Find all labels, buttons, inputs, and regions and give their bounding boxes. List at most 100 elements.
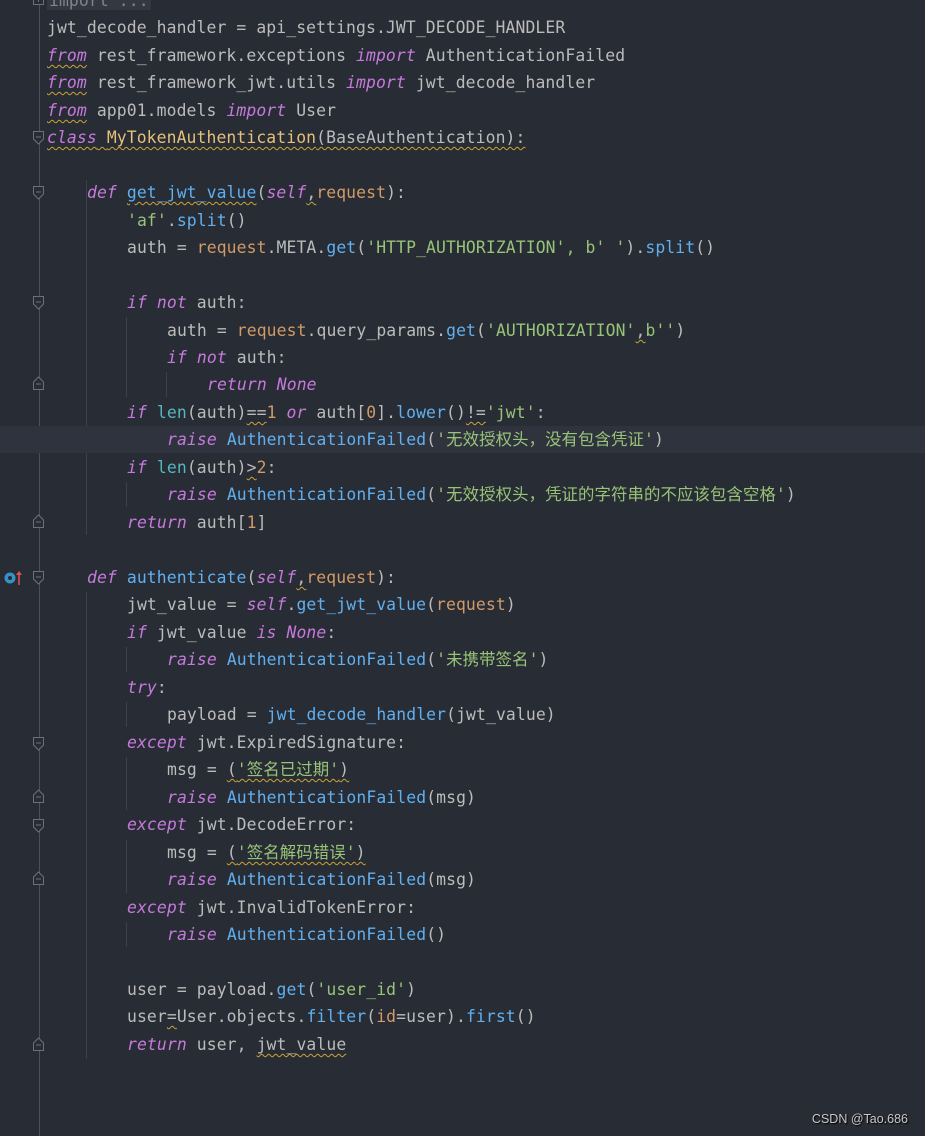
keyword-return: return bbox=[127, 513, 187, 532]
code-line[interactable]: user=User.objects.filter(id=user).first(… bbox=[0, 1003, 925, 1030]
colon: : bbox=[326, 623, 337, 642]
code-line[interactable]: auth = request.query_params.get('AUTHORI… bbox=[0, 317, 925, 344]
keyword-except: except bbox=[127, 898, 187, 917]
code-line[interactable]: payload = jwt_decode_handler(jwt_value) bbox=[0, 701, 925, 728]
method-call: lower bbox=[396, 403, 446, 422]
code-line[interactable]: raise AuthenticationFailed(msg) bbox=[0, 784, 925, 811]
code-line[interactable]: if len(auth)>2: bbox=[0, 454, 925, 481]
paren: ): bbox=[376, 568, 397, 587]
keyword-import: import bbox=[346, 73, 406, 92]
builtin-len: len bbox=[156, 403, 187, 422]
code-text: .query_params. bbox=[306, 321, 447, 340]
paren: ( bbox=[476, 321, 486, 340]
code-line-import[interactable]: import ... bbox=[0, 0, 925, 14]
paren: ) bbox=[339, 760, 350, 779]
number-literal: 0 bbox=[366, 403, 377, 422]
code-line[interactable]: raise AuthenticationFailed('未携带签名') bbox=[0, 646, 925, 673]
keyword-class: class bbox=[47, 128, 97, 147]
code-line[interactable]: if not auth: bbox=[0, 344, 925, 371]
code-line[interactable]: return auth[1] bbox=[0, 509, 925, 536]
dot: . bbox=[286, 595, 297, 614]
string-literal: 'jwt' bbox=[485, 403, 536, 422]
code-line[interactable]: if not auth: bbox=[0, 289, 925, 316]
self-param: self bbox=[266, 183, 307, 202]
exception-class: AuthenticationFailed bbox=[226, 870, 427, 889]
code-line[interactable]: jwt_decode_handler = api_settings.JWT_DE… bbox=[0, 14, 925, 41]
keyword-except: except bbox=[127, 733, 187, 752]
code-line-class-def[interactable]: class MyTokenAuthentication(BaseAuthenti… bbox=[0, 124, 925, 151]
code-line[interactable]: user = payload.get('user_id') bbox=[0, 976, 925, 1003]
method-call: split bbox=[176, 211, 227, 230]
keyword-is: is bbox=[256, 623, 277, 642]
code-text: jwt_value = bbox=[127, 595, 247, 614]
keyword-def: def bbox=[87, 183, 117, 202]
function-name: get_jwt_value bbox=[126, 183, 257, 202]
code-line[interactable]: return None bbox=[0, 371, 925, 398]
code-line[interactable]: if jwt_value is None: bbox=[0, 619, 925, 646]
code-line[interactable]: jwt_value = self.get_jwt_value(request) bbox=[0, 591, 925, 618]
comma: , bbox=[306, 183, 317, 202]
code-line[interactable]: from rest_framework_jwt.utils import jwt… bbox=[0, 69, 925, 96]
keyword-or: or bbox=[286, 403, 307, 422]
code-line[interactable]: except jwt.DecodeError: bbox=[0, 811, 925, 838]
keyword-raise: raise bbox=[167, 430, 217, 449]
exception-class: AuthenticationFailed bbox=[226, 485, 427, 504]
keyword-none: None bbox=[286, 623, 327, 642]
number-literal: 1 bbox=[266, 403, 277, 422]
paren: ( bbox=[226, 760, 237, 779]
code-line-def[interactable]: def authenticate(self,request): bbox=[0, 564, 925, 591]
code-text: (auth) bbox=[186, 403, 247, 422]
code-line[interactable]: msg = ('签名解码错误') bbox=[0, 839, 925, 866]
paren: ( bbox=[366, 1007, 377, 1026]
string-literal: '签名解码错误' bbox=[236, 843, 356, 862]
paren: ( bbox=[426, 430, 437, 449]
paren: ( bbox=[226, 843, 237, 862]
keyword-raise: raise bbox=[167, 788, 217, 807]
parens: () bbox=[515, 1007, 536, 1026]
code-text: auth = bbox=[127, 238, 197, 257]
code-line[interactable]: return user, jwt_value bbox=[0, 1031, 925, 1058]
parens: () bbox=[226, 211, 247, 230]
string-literal: b'' bbox=[645, 321, 676, 340]
code-line[interactable]: auth = request.META.get('HTTP_AUTHORIZAT… bbox=[0, 234, 925, 261]
folded-imports[interactable]: import ... bbox=[47, 0, 151, 10]
string-literal: '签名已过期' bbox=[236, 760, 340, 779]
code-line[interactable]: raise AuthenticationFailed() bbox=[0, 921, 925, 948]
keyword-if: if bbox=[127, 458, 147, 477]
code-line[interactable]: if len(auth)==1 or auth[0].lower()!='jwt… bbox=[0, 399, 925, 426]
paren: ( bbox=[246, 568, 257, 587]
imported-name: User bbox=[286, 101, 337, 120]
exception-class: AuthenticationFailed bbox=[226, 788, 427, 807]
code-text: auth[ bbox=[186, 513, 247, 532]
imported-name: jwt_decode_handler bbox=[405, 73, 596, 92]
code-line[interactable]: except jwt.ExpiredSignature: bbox=[0, 729, 925, 756]
bracket: ] bbox=[256, 513, 267, 532]
keyword-return: return bbox=[207, 375, 267, 394]
code-editor[interactable]: import ... jwt_decode_handler = api_sett… bbox=[0, 0, 925, 1136]
paren: ) bbox=[785, 485, 796, 504]
string-literal: '未携带签名' bbox=[436, 650, 539, 669]
code-line-def[interactable]: def get_jwt_value(self,request): bbox=[0, 179, 925, 206]
comma: , bbox=[296, 568, 307, 587]
code-line[interactable]: try: bbox=[0, 674, 925, 701]
code-line[interactable]: from app01.models import User bbox=[0, 97, 925, 124]
code-line[interactable]: raise AuthenticationFailed('无效授权头，凭证的字符串… bbox=[0, 481, 925, 508]
code-line[interactable]: msg = ('签名已过期') bbox=[0, 756, 925, 783]
paren: ( bbox=[426, 650, 437, 669]
module-name: rest_framework_jwt.utils bbox=[86, 73, 347, 92]
string-literal: '无效授权头，凭证的字符串的不应该包含空格' bbox=[436, 485, 786, 504]
code-line[interactable]: raise AuthenticationFailed(msg) bbox=[0, 866, 925, 893]
code-line[interactable]: except jwt.InvalidTokenError: bbox=[0, 894, 925, 921]
code-text: jwt_value bbox=[146, 623, 257, 642]
keyword-def: def bbox=[87, 568, 117, 587]
code-line[interactable]: 'af'.split() bbox=[0, 207, 925, 234]
module-name: app01.models bbox=[86, 101, 227, 120]
code-text: jwt.InvalidTokenError: bbox=[186, 898, 417, 917]
code-line-current[interactable]: raise AuthenticationFailed('无效授权头，没有包含凭证… bbox=[0, 426, 925, 453]
method-call: get_jwt_value bbox=[296, 595, 427, 614]
code-line[interactable]: from rest_framework.exceptions import Au… bbox=[0, 42, 925, 69]
class-name: MyTokenAuthentication bbox=[106, 128, 317, 147]
code-text: auth: bbox=[186, 293, 247, 312]
paren: ) bbox=[675, 321, 686, 340]
code-text: jwt_decode_handler = api_settings.JWT_DE… bbox=[47, 18, 566, 37]
